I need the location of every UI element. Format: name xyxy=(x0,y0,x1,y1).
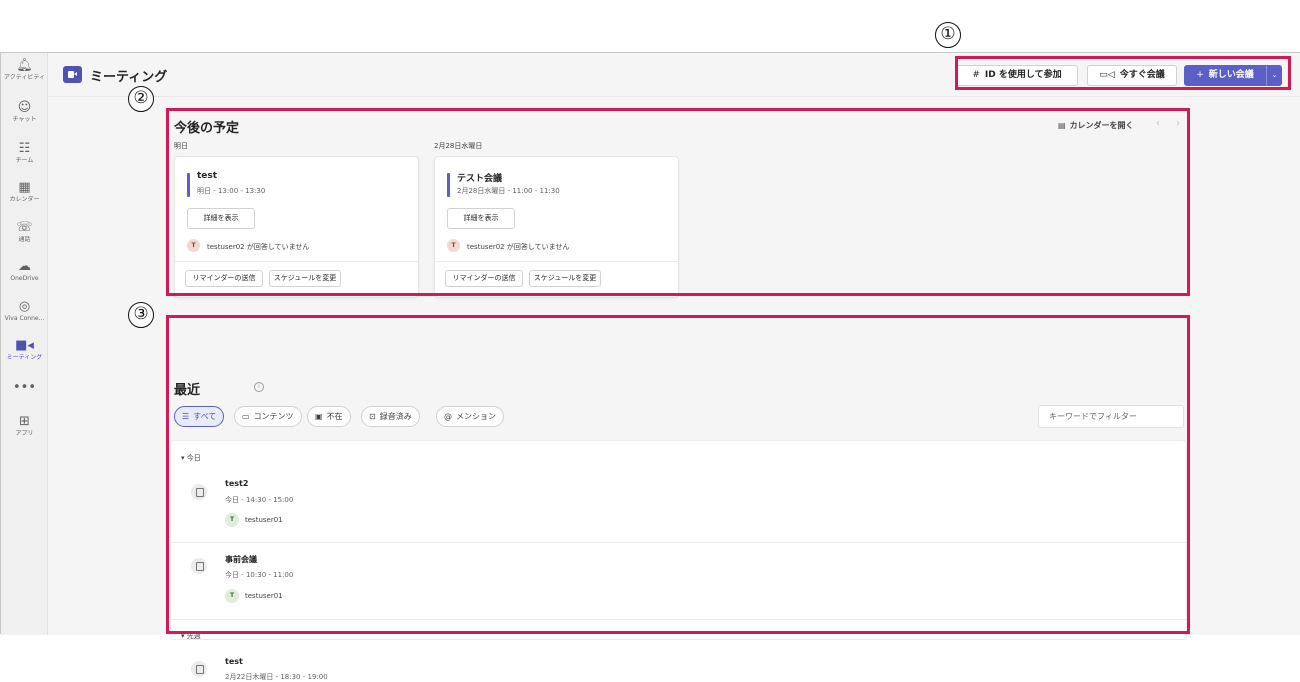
rail-label: アクティビティ xyxy=(4,74,45,81)
annotation-number-1: ① xyxy=(935,22,961,48)
rail-label: カレンダー xyxy=(9,196,40,203)
meeting-time: 2月22日木曜日 - 18:30 - 19:00 xyxy=(225,673,328,681)
rail-viva[interactable]: ◎ Viva Conne... xyxy=(1,298,48,323)
annotation-number-3: ③ xyxy=(128,302,154,328)
rail-label: OneDrive xyxy=(10,275,39,282)
rail-calls[interactable]: ☏ 通話 xyxy=(1,219,48,244)
rail-label: チーム xyxy=(15,157,34,164)
rail-apps[interactable]: ⊞ アプリ xyxy=(1,413,48,438)
calendar-icon: ▦ xyxy=(18,180,31,195)
phone-icon: ☏ xyxy=(16,220,33,235)
highlight-box-2 xyxy=(166,108,1190,296)
meeting-icon xyxy=(191,661,207,677)
video-camera-icon: ■◂ xyxy=(15,338,34,353)
meeting-title[interactable]: test xyxy=(225,657,243,666)
meetings-app-icon xyxy=(63,66,82,83)
highlight-box-1 xyxy=(955,56,1291,90)
rail-chat[interactable]: ☺︎ チャット xyxy=(1,99,48,124)
more-icon: ••• xyxy=(12,380,36,395)
viva-icon: ◎ xyxy=(18,299,31,314)
rail-meetings[interactable]: ■◂ ミーティング xyxy=(1,337,48,362)
highlight-box-3 xyxy=(166,315,1190,634)
apps-icon: ⊞ xyxy=(19,414,30,429)
rail-label: 通話 xyxy=(18,236,31,243)
rail-label: チャット xyxy=(12,116,37,123)
rail-calendar[interactable]: ▦ カレンダー xyxy=(1,179,48,204)
page-title: ミーティング xyxy=(90,70,168,85)
chat-icon: ☺︎ xyxy=(17,100,32,115)
rail-label: Viva Conne... xyxy=(4,315,45,322)
teams-icon: ☷ xyxy=(18,141,31,156)
annotation-number-2: ② xyxy=(128,86,154,112)
bell-icon: 🔔︎ xyxy=(16,58,33,73)
app-rail: 🔔︎ アクティビティ ☺︎ チャット ☷ チーム ▦ カレンダー ☏ 通話 ☁︎… xyxy=(1,53,48,635)
rail-teams[interactable]: ☷ チーム xyxy=(1,140,48,165)
rail-more[interactable]: ••• xyxy=(1,379,48,396)
rail-label: アプリ xyxy=(15,430,34,437)
rail-activity[interactable]: 🔔︎ アクティビティ xyxy=(1,57,48,82)
rail-label: ミーティング xyxy=(6,354,43,361)
cloud-icon: ☁︎ xyxy=(18,259,31,274)
rail-onedrive[interactable]: ☁︎ OneDrive xyxy=(1,258,48,283)
